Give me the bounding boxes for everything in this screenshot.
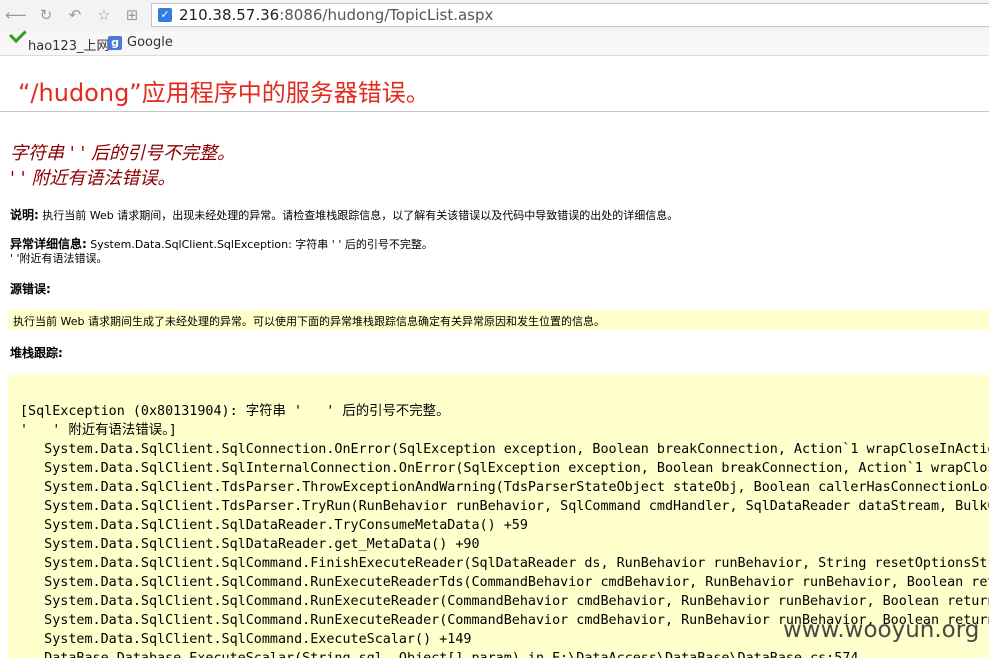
stack-line: System.Data.SqlClient.SqlCommand.RunExec…: [20, 575, 989, 590]
stack-line: [SqlException (0x80131904): 字符串 ' ' 后的引号…: [20, 404, 450, 419]
shield-icon: ✓: [158, 8, 172, 22]
source-error-heading: 源错误:: [10, 282, 51, 296]
refresh-icon[interactable]: ↻: [36, 5, 56, 25]
back-icon[interactable]: ⟵: [5, 5, 27, 25]
exception-details-line2: ' '附近有语法错误。: [10, 252, 108, 265]
bookmark-hao123[interactable]: hao123_上网: [7, 35, 109, 54]
stack-line: DataBase.Database.ExecuteScalar(String s…: [20, 649, 858, 658]
url-path: :8086/hudong/TopicList.aspx: [279, 6, 494, 24]
google-icon: g: [108, 35, 122, 50]
bookmark-label: hao123_上网: [28, 39, 110, 54]
exception-label: 异常详细信息:: [10, 237, 87, 251]
stack-line: System.Data.SqlClient.SqlCommand.FinishE…: [20, 556, 989, 571]
stack-trace-heading: 堆栈跟踪:: [10, 346, 63, 360]
page-title: “/hudong”应用程序中的服务器错误。: [18, 79, 430, 107]
stack-line: System.Data.SqlClient.SqlInternalConnect…: [44, 461, 989, 476]
bookmarks-bar: hao123_上网 g Google: [0, 31, 989, 56]
description-label: 说明:: [10, 208, 39, 222]
stack-trace-box: [SqlException (0x80131904): 字符串 ' ' 后的引号…: [8, 375, 989, 658]
source-error-text: 执行当前 Web 请求期间生成了未经处理的异常。可以使用下面的异常堆栈跟踪信息确…: [13, 315, 605, 328]
exception-text: System.Data.SqlClient.SqlException: 字符串 …: [86, 238, 433, 251]
stack-line: System.Data.SqlClient.SqlConnection.OnEr…: [20, 442, 989, 457]
stack-line: System.Data.SqlClient.SqlCommand.RunExec…: [20, 594, 989, 609]
stack-line: System.Data.SqlClient.SqlDataReader.get_…: [20, 537, 480, 552]
undo-icon[interactable]: ↶: [65, 5, 85, 25]
hao123-icon: [7, 38, 24, 52]
address-bar[interactable]: ✓ 210.38.57.36:8086/hudong/TopicList.asp…: [151, 3, 989, 27]
description-text: 执行当前 Web 请求期间，出现未经处理的异常。请检查堆栈跟踪信息，以了解有关该…: [38, 209, 679, 222]
url-host: 210.38.57.36: [179, 6, 280, 24]
grid-icon[interactable]: ⊞: [122, 5, 142, 25]
stack-line: System.Data.SqlClient.SqlDataReader.TryC…: [20, 518, 528, 533]
url-text[interactable]: 210.38.57.36:8086/hudong/TopicList.aspx: [179, 6, 493, 24]
stack-line: System.Data.SqlClient.TdsParser.ThrowExc…: [20, 480, 989, 495]
browser-toolbar: ⟵ ↻ ↶ ☆ ⊞ ✓ 210.38.57.36:8086/hudong/Top…: [0, 0, 989, 31]
stack-line: System.Data.SqlClient.TdsParser.TryRun(R…: [20, 499, 989, 514]
star-icon[interactable]: ☆: [94, 5, 114, 25]
source-error-box: 执行当前 Web 请求期间生成了未经处理的异常。可以使用下面的异常堆栈跟踪信息确…: [8, 310, 989, 330]
stack-line: System.Data.SqlClient.SqlCommand.Execute…: [20, 632, 472, 647]
stack-line: ' ' 附近有语法错误。]: [20, 423, 177, 438]
bookmark-google[interactable]: g Google: [108, 35, 173, 50]
description: 说明: 执行当前 Web 请求期间，出现未经处理的异常。请检查堆栈跟踪信息，以了…: [10, 206, 678, 223]
error-message-line1: 字符串 ' ' 后的引号不完整。: [10, 143, 236, 164]
bookmark-label: Google: [127, 35, 173, 50]
divider: [0, 111, 989, 112]
error-message-line2: ' ' 附近有语法错误。: [10, 168, 176, 189]
watermark: www.wooyun.org: [783, 617, 980, 643]
